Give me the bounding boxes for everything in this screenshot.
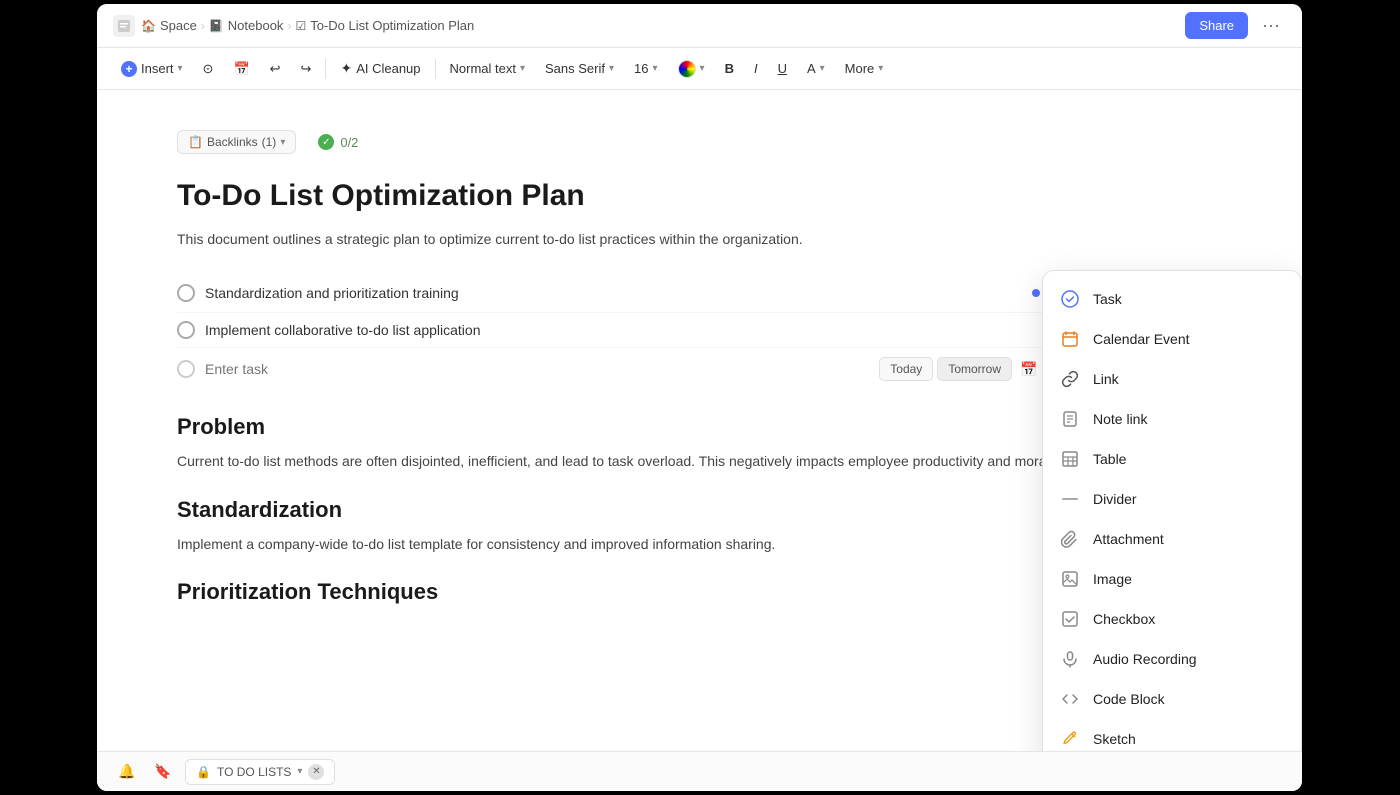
menu-image-label: Image: [1093, 571, 1132, 587]
font-button[interactable]: Sans Serif ▾: [537, 57, 622, 80]
new-task-input[interactable]: [205, 361, 869, 377]
toolbar-divider-2: [435, 59, 436, 79]
menu-item-image[interactable]: Image: [1043, 559, 1301, 599]
context-menu: Task Calendar Event Link N: [1042, 270, 1302, 751]
insert-plus-icon: +: [121, 61, 137, 77]
menu-item-code-block[interactable]: Code Block: [1043, 679, 1301, 719]
undo-icon: [270, 61, 281, 77]
bell-bottom-icon[interactable]: 🔔: [113, 758, 141, 786]
menu-notelink-label: Note link: [1093, 411, 1147, 427]
breadcrumb-page[interactable]: ☑ To-Do List Optimization Plan: [295, 18, 474, 33]
font-size-button[interactable]: 16 ▾: [626, 57, 666, 80]
notelink-menu-icon: [1059, 408, 1081, 430]
bottom-bar: 🔔 🔖 🔒 TO DO LISTS ▾ ✕: [97, 751, 1302, 791]
more-options-button[interactable]: ···: [1256, 11, 1286, 40]
image-menu-icon: [1059, 568, 1081, 590]
todo-lists-badge[interactable]: 🔒 TO DO LISTS ▾ ✕: [185, 759, 335, 785]
top-bar: 🏠 Space › 📓 Notebook › ☑ To-Do List Opti…: [97, 4, 1302, 48]
task-menu-icon: [1059, 288, 1081, 310]
table-menu-icon: [1059, 448, 1081, 470]
today-button[interactable]: Today: [879, 357, 933, 381]
underline-button[interactable]: U: [770, 57, 795, 80]
divider-menu-icon: [1059, 488, 1081, 510]
page-description: This document outlines a strategic plan …: [177, 228, 1222, 250]
share-button[interactable]: Share: [1185, 12, 1248, 39]
menu-code-block-label: Code Block: [1093, 691, 1165, 707]
backlinks-bar: 📋 Backlinks (1) ▾ ✓ 0/2: [177, 130, 1222, 154]
more-toolbar-button[interactable]: More ▾: [837, 57, 892, 80]
menu-item-table[interactable]: Table: [1043, 439, 1301, 479]
redo-button[interactable]: [293, 57, 320, 81]
progress-button[interactable]: ✓ 0/2: [308, 130, 368, 154]
italic-button[interactable]: I: [746, 57, 766, 80]
menu-item-checkbox[interactable]: Checkbox: [1043, 599, 1301, 639]
link-menu-icon: [1059, 368, 1081, 390]
menu-item-divider[interactable]: Divider: [1043, 479, 1301, 519]
menu-item-link[interactable]: Link: [1043, 359, 1301, 399]
todo-lock-icon: 🔒: [196, 765, 211, 779]
new-task-checkbox[interactable]: [177, 360, 195, 378]
menu-calendar-label: Calendar Event: [1093, 331, 1190, 347]
app-icon: [113, 15, 135, 37]
menu-task-label: Task: [1093, 291, 1122, 307]
page-title: To-Do List Optimization Plan: [177, 178, 1222, 214]
tomorrow-button[interactable]: Tomorrow: [937, 357, 1012, 381]
breadcrumb: 🏠 Space › 📓 Notebook › ☑ To-Do List Opti…: [141, 18, 474, 33]
audio-menu-icon: [1059, 648, 1081, 670]
bookmark-bottom-icon[interactable]: 🔖: [149, 758, 177, 786]
sketch-menu-icon: [1059, 728, 1081, 750]
code-menu-icon: [1059, 688, 1081, 710]
breadcrumb-notebook[interactable]: 📓 Notebook: [209, 18, 284, 33]
toolbar: + Insert ▾ ⊙ 📅 ✦ AI Cleanup Normal text …: [97, 48, 1302, 90]
menu-item-audio-recording[interactable]: Audio Recording: [1043, 639, 1301, 679]
breadcrumb-space[interactable]: 🏠 Space: [141, 18, 197, 33]
menu-item-note-link[interactable]: Note link: [1043, 399, 1301, 439]
ai-cleanup-button[interactable]: ✦ AI Cleanup: [332, 56, 428, 81]
history-button[interactable]: ⊙: [195, 57, 222, 81]
menu-item-calendar-event[interactable]: Calendar Event: [1043, 319, 1301, 359]
menu-checkbox-label: Checkbox: [1093, 611, 1155, 627]
menu-item-attachment[interactable]: Attachment: [1043, 519, 1301, 559]
calendar-button[interactable]: 📅: [225, 57, 257, 81]
menu-audio-label: Audio Recording: [1093, 651, 1197, 667]
checkbox-menu-icon: [1059, 608, 1081, 630]
menu-sketch-label: Sketch: [1093, 731, 1136, 747]
toolbar-divider-1: [325, 59, 326, 79]
color-circle-icon: [678, 60, 696, 78]
menu-table-label: Table: [1093, 451, 1126, 467]
blue-dot-icon: [1032, 289, 1040, 297]
top-bar-left: 🏠 Space › 📓 Notebook › ☑ To-Do List Opti…: [113, 15, 474, 37]
top-bar-right: Share ···: [1185, 11, 1286, 40]
check-circle-icon: ✓: [318, 134, 334, 150]
menu-divider-label: Divider: [1093, 491, 1137, 507]
menu-link-label: Link: [1093, 371, 1119, 387]
menu-item-task[interactable]: Task: [1043, 279, 1301, 319]
task-checkbox-2[interactable]: [177, 321, 195, 339]
undo-button[interactable]: [262, 57, 289, 81]
ai-icon: ✦: [340, 60, 352, 77]
redo-icon: [301, 61, 312, 77]
task-checkbox-1[interactable]: [177, 284, 195, 302]
backlinks-button[interactable]: 📋 Backlinks (1) ▾: [177, 130, 296, 154]
color-button[interactable]: ▾: [670, 56, 713, 82]
menu-item-sketch[interactable]: Sketch: [1043, 719, 1301, 751]
calendar-task-icon[interactable]: 📅: [1016, 356, 1042, 382]
attachment-menu-icon: [1059, 528, 1081, 550]
text-style-button[interactable]: Normal text ▾: [442, 57, 534, 80]
menu-attachment-label: Attachment: [1093, 531, 1164, 547]
bold-button[interactable]: B: [717, 57, 742, 80]
calendar-event-menu-icon: [1059, 328, 1081, 350]
insert-button[interactable]: + Insert ▾: [113, 57, 191, 81]
task-text-1: Standardization and prioritization train…: [205, 285, 1022, 301]
close-todo-badge-icon[interactable]: ✕: [308, 764, 324, 780]
highlight-button[interactable]: A ▾: [799, 57, 833, 80]
